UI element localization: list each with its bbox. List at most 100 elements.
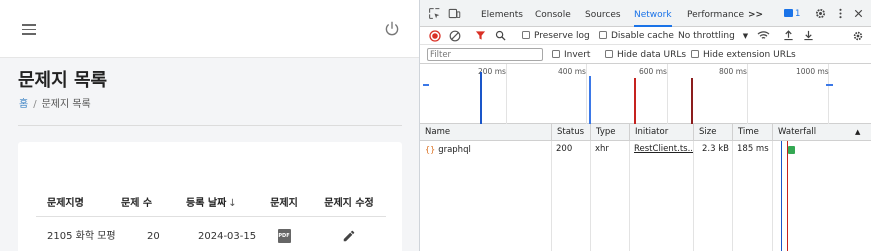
overview-gridline (506, 64, 507, 124)
header-date-label: 등록 날짜 (186, 198, 227, 209)
pencil-icon[interactable] (342, 229, 356, 243)
network-settings-gear-icon[interactable] (852, 30, 864, 42)
problem-set-card: 문제지명 문제 수 등록 날짜 ↓ 문제지 문제지 수정 2105 화학 모평 2… (18, 142, 402, 251)
tab-elements[interactable]: Elements (481, 0, 523, 27)
sort-arrow-down-icon[interactable]: ↓ (228, 198, 236, 209)
import-har-upload-icon[interactable] (783, 29, 794, 41)
column-type[interactable]: Type (590, 124, 629, 141)
throttling-dropdown-arrow-icon: ▼ (742, 32, 749, 40)
header-count-label: 문제 수 (121, 198, 153, 209)
request-name-cell: {} graphql (420, 141, 471, 158)
hamburger-menu-icon[interactable] (22, 24, 36, 35)
hide-extension-urls-box[interactable] (691, 50, 699, 58)
header-date[interactable]: 등록 날짜 ↓ (186, 190, 237, 217)
title-divider (18, 125, 402, 126)
column-initiator[interactable]: Initiator (629, 124, 693, 141)
request-status: 200 (556, 144, 573, 154)
breadcrumb-current: 문제지 목록 (41, 99, 91, 110)
tab-network[interactable]: Network (634, 0, 672, 27)
overview-gridline (586, 64, 587, 124)
app-panel: 문제지 목록 홈 / 문제지 목록 문제지명 문제 수 등록 날짜 ↓ 문제지 문제지… (0, 0, 419, 251)
row-count: 20 (147, 231, 160, 242)
disable-cache-checkbox[interactable]: Disable cache (599, 29, 674, 43)
preserve-log-checkbox[interactable]: Preserve log (522, 29, 590, 43)
tab-sources[interactable]: Sources (585, 0, 621, 27)
overview-tick-label: 200 ms (478, 67, 506, 76)
export-har-download-icon[interactable] (803, 29, 814, 41)
xhr-fetch-icon: {} (425, 145, 436, 154)
row-date: 2024-03-15 (198, 231, 257, 242)
network-toolbar: Preserve log Disable cache No throttling… (420, 27, 871, 45)
close-devtools-icon[interactable] (852, 7, 865, 20)
network-table-header: Name Status Type Initiator Size Time Wat… (420, 124, 871, 141)
hide-data-urls-checkbox[interactable]: Hide data URLs (605, 48, 686, 62)
hide-extension-urls-checkbox[interactable]: Hide extension URLs (691, 48, 796, 62)
disable-cache-label: Disable cache (611, 31, 674, 41)
device-toolbar-icon[interactable] (448, 7, 461, 20)
request-time: 185 ms (737, 144, 769, 154)
request-initiator-link[interactable]: RestClient.ts... (629, 141, 693, 158)
overview-tick-label: 400 ms (558, 67, 586, 76)
invert-box[interactable] (552, 50, 560, 58)
waterfall-bar[interactable] (788, 146, 795, 154)
column-waterfall-label: Waterfall (778, 127, 817, 137)
table-header-row: 문제지명 문제 수 등록 날짜 ↓ 문제지 문제지 수정 (36, 190, 386, 217)
request-name: graphql (438, 145, 471, 155)
row-name: 2105 화학 모평 (47, 231, 116, 242)
more-tabs-chevron-icon[interactable]: >> (748, 0, 763, 27)
settings-gear-icon[interactable] (814, 7, 827, 20)
row-edit-cell (313, 217, 385, 251)
invert-checkbox[interactable]: Invert (552, 48, 590, 62)
top-app-bar (0, 0, 419, 58)
filter-input[interactable] (427, 48, 543, 61)
clear-icon[interactable] (449, 30, 461, 42)
load-event-marker (634, 78, 636, 124)
issues-badge[interactable]: 1 (784, 9, 800, 20)
request-size: 2.3 kB (702, 144, 729, 154)
column-waterfall[interactable]: Waterfall ▲ (772, 124, 871, 141)
breadcrumb-home-link[interactable]: 홈 (19, 99, 28, 110)
issues-count: 1 (795, 9, 801, 19)
breadcrumb-separator: / (33, 99, 37, 110)
throttling-select[interactable]: No throttling ▼ (678, 29, 748, 43)
inspect-element-icon[interactable] (428, 7, 441, 20)
load-event-marker (691, 78, 693, 124)
filter-row: Invert Hide data URLs Hide extension URL… (420, 45, 871, 64)
preserve-log-label: Preserve log (534, 31, 590, 41)
hide-data-urls-label: Hide data URLs (617, 50, 687, 60)
search-icon[interactable] (495, 30, 506, 41)
column-size[interactable]: Size (693, 124, 732, 141)
filter-funnel-icon[interactable] (475, 30, 486, 41)
disable-cache-box[interactable] (599, 31, 607, 39)
devtools-panel: Elements Console Sources Network Perform… (419, 0, 871, 251)
record-stop-icon[interactable] (429, 30, 441, 42)
overview-gridline (747, 64, 748, 124)
devtools-tab-bar: Elements Console Sources Network Perform… (420, 0, 871, 27)
row-file-cell: PDF (263, 217, 305, 251)
table-row[interactable]: 2105 화학 모평 20 2024-03-15 PDF (36, 217, 386, 251)
network-overview-timeline[interactable]: 200 ms 400 ms 600 ms 800 ms 1000 ms (420, 64, 871, 124)
more-options-icon[interactable] (834, 7, 847, 20)
page-title: 문제지 목록 (18, 70, 108, 91)
header-file: 문제지 (270, 198, 298, 209)
request-bar (826, 84, 833, 86)
header-count[interactable]: 문제 수 (121, 190, 181, 217)
overview-tick-label: 1000 ms (796, 67, 829, 76)
column-status[interactable]: Status (551, 124, 590, 141)
header-name[interactable]: 문제지명 (47, 190, 84, 217)
power-icon[interactable] (383, 20, 401, 38)
request-bar (589, 76, 591, 124)
preserve-log-box[interactable] (522, 31, 530, 39)
breadcrumb: 홈 / 문제지 목록 (19, 95, 91, 110)
column-time[interactable]: Time (732, 124, 772, 141)
sort-ascending-icon[interactable]: ▲ (855, 124, 860, 141)
network-conditions-wifi-icon[interactable] (757, 30, 770, 41)
tab-console[interactable]: Console (535, 0, 571, 27)
hide-data-urls-box[interactable] (605, 50, 613, 58)
request-row[interactable]: {} graphql 200 xhr RestClient.ts... 2.3 k… (420, 141, 871, 158)
header-edit: 문제지 수정 (324, 198, 374, 209)
tab-performance[interactable]: Performance (687, 0, 744, 27)
request-bar (423, 84, 429, 86)
column-name[interactable]: Name (420, 124, 551, 141)
pdf-icon[interactable]: PDF (277, 229, 291, 243)
